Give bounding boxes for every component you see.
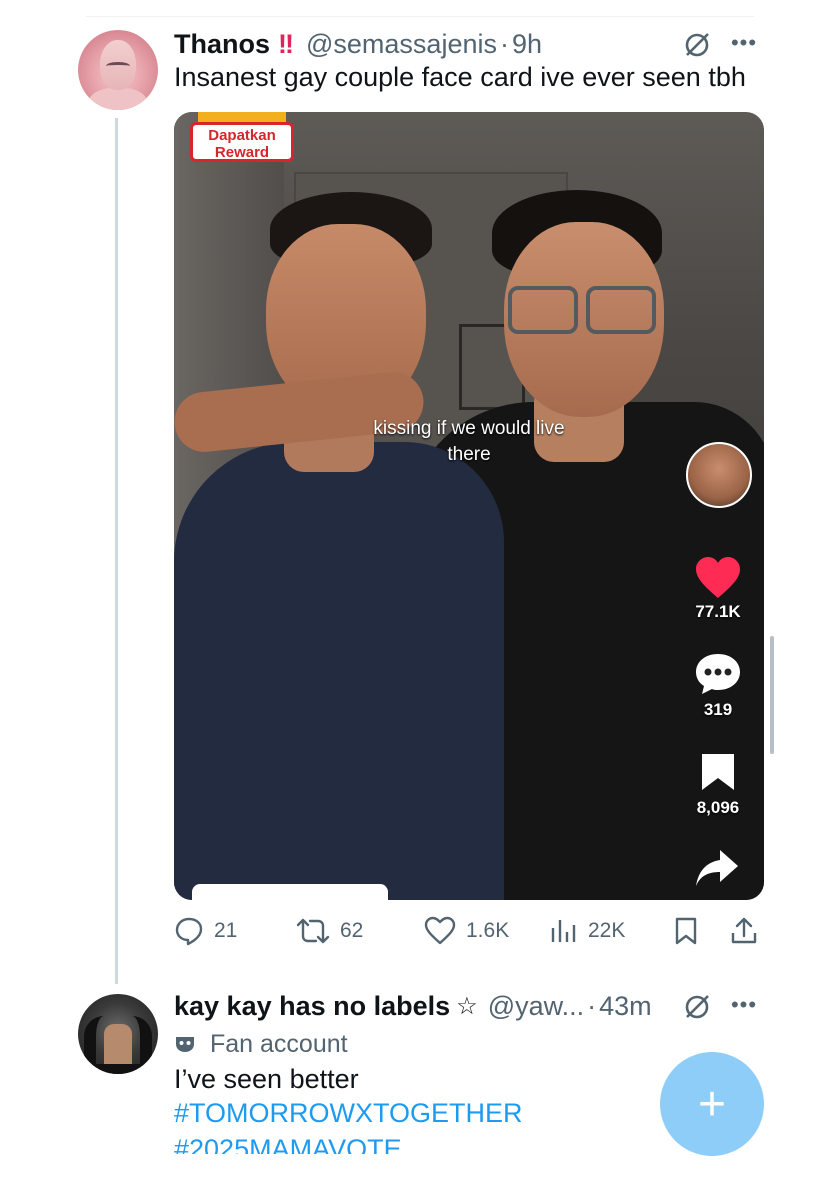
tweet-header: Thanos !! @semassajenis · 9h (174, 26, 542, 62)
reward-ribbon (198, 112, 286, 122)
comment-count: 319 (703, 700, 733, 719)
reply-text: I’ve seen better (174, 1064, 359, 1094)
views-icon (551, 920, 576, 942)
person-left-shirt (174, 442, 504, 900)
reward-label-line2: Reward (214, 144, 270, 161)
hashtag-clip: #2025MAMAVOTE (174, 1134, 504, 1154)
reply-grok-icon[interactable] (680, 990, 714, 1024)
reply-button[interactable]: 21 (174, 914, 237, 948)
plus-icon: + (697, 1077, 727, 1131)
reward-badge[interactable]: Dapatkan Reward (190, 122, 294, 162)
caption-line2: there (447, 444, 491, 465)
timestamp[interactable]: 9h (512, 29, 542, 60)
reward-label-line1: Dapatkan (208, 127, 276, 144)
lens-right (586, 286, 656, 334)
avatar-body (88, 88, 148, 110)
fan-account-label: Fan account (210, 1029, 348, 1058)
retweet-count: 62 (340, 919, 364, 942)
media-overlay-bar (192, 884, 388, 900)
bookmark-outline-icon (675, 917, 697, 945)
heart-icon[interactable] (694, 556, 742, 600)
display-name[interactable]: Thanos (174, 29, 270, 60)
star-icon: ☆ (456, 992, 478, 1020)
scrollbar[interactable] (770, 636, 774, 754)
hashtag-link[interactable]: #TOMORROWXTOGETHER (174, 1098, 523, 1129)
user-handle[interactable]: @semassajenis (306, 29, 497, 60)
grok-icon[interactable] (680, 28, 714, 62)
hashtag-link[interactable]: #2025MAMAVOTE (174, 1134, 402, 1154)
caption-line1: kissing if we would live (373, 418, 565, 439)
glasses (508, 286, 658, 334)
reply-handle[interactable]: @yaw... (488, 991, 584, 1022)
lens-left (508, 286, 578, 334)
reply-header: kay kay has no labels ☆ @yaw... · 43m (174, 988, 652, 1024)
avatar[interactable] (78, 30, 158, 110)
tweet-media-video[interactable]: Dapatkan Reward kissing if we would live… (174, 112, 764, 900)
reply-avatar[interactable] (78, 994, 158, 1074)
tweet-action-bar: 21 62 1.6K 22K (174, 914, 764, 948)
like-icon (424, 916, 456, 945)
top-divider (86, 16, 754, 17)
avatar-eyes (106, 62, 130, 70)
upload-icon (731, 917, 757, 944)
mask-icon (176, 1037, 194, 1052)
fan-account-badge: Fan account (174, 1028, 348, 1060)
video-caption: kissing if we would live there (324, 416, 614, 468)
like-count: 77.1K (695, 602, 741, 621)
reply-more-icon[interactable]: ••• (724, 990, 764, 1020)
tweet-text: Insanest gay couple face card ive ever s… (174, 62, 746, 92)
thread-connector-line (115, 118, 118, 984)
reply-icon (175, 917, 203, 946)
creator-avatar[interactable] (686, 442, 752, 508)
reply-count: 21 (214, 919, 238, 942)
share-icon[interactable] (694, 848, 740, 888)
separator: · (499, 28, 509, 59)
retweet-icon (296, 918, 330, 944)
alert-emoji: !! (278, 28, 294, 59)
reply-timestamp[interactable]: 43m (599, 991, 652, 1022)
compose-button[interactable]: + (660, 1052, 764, 1156)
like-button[interactable]: 1.6K (424, 914, 509, 948)
reply-separator: · (587, 990, 597, 1021)
more-icon[interactable]: ••• (724, 28, 764, 58)
comment-icon[interactable] (694, 652, 742, 696)
reply-display-name[interactable]: kay kay has no labels (174, 991, 450, 1022)
bookmark-icon[interactable] (700, 752, 736, 792)
share-button[interactable] (730, 914, 768, 948)
like-count-tweet: 1.6K (466, 919, 510, 942)
bookmark-button[interactable] (674, 914, 708, 948)
views-count: 22K (588, 919, 626, 942)
save-count: 8,096 (696, 798, 740, 817)
reply-avatar-jacket (84, 1016, 152, 1074)
retweet-button[interactable]: 62 (296, 914, 363, 948)
views-button[interactable]: 22K (550, 914, 625, 948)
